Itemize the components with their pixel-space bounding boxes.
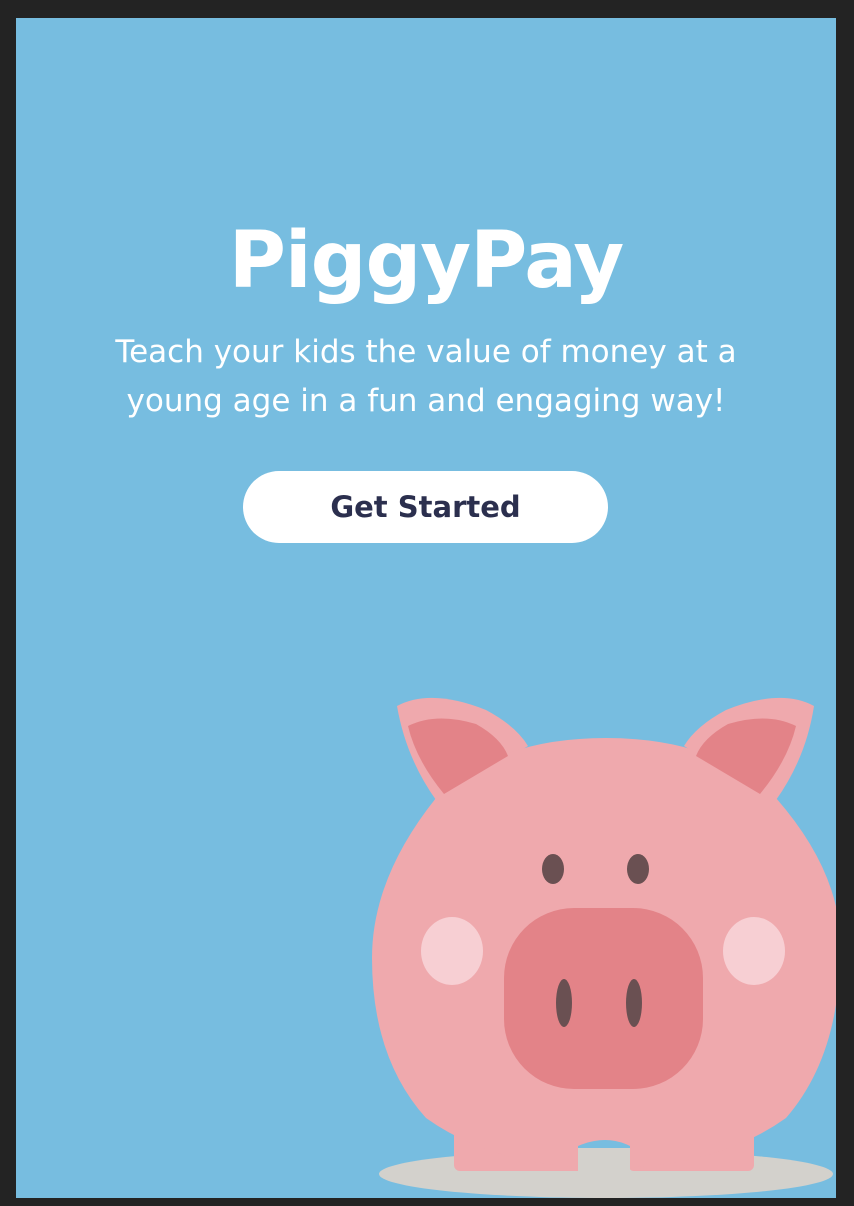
right-nostril xyxy=(626,979,642,1027)
piggy-bank-icon xyxy=(372,697,836,1198)
right-eye xyxy=(627,854,649,884)
snout xyxy=(504,908,703,1089)
left-cheek xyxy=(421,917,483,985)
left-eye xyxy=(542,854,564,884)
right-cheek xyxy=(723,917,785,985)
leg-gap-shadow xyxy=(578,1148,630,1171)
left-nostril xyxy=(556,979,572,1027)
landing-screen: PiggyPay Teach your kids the value of mo… xyxy=(16,18,836,1198)
